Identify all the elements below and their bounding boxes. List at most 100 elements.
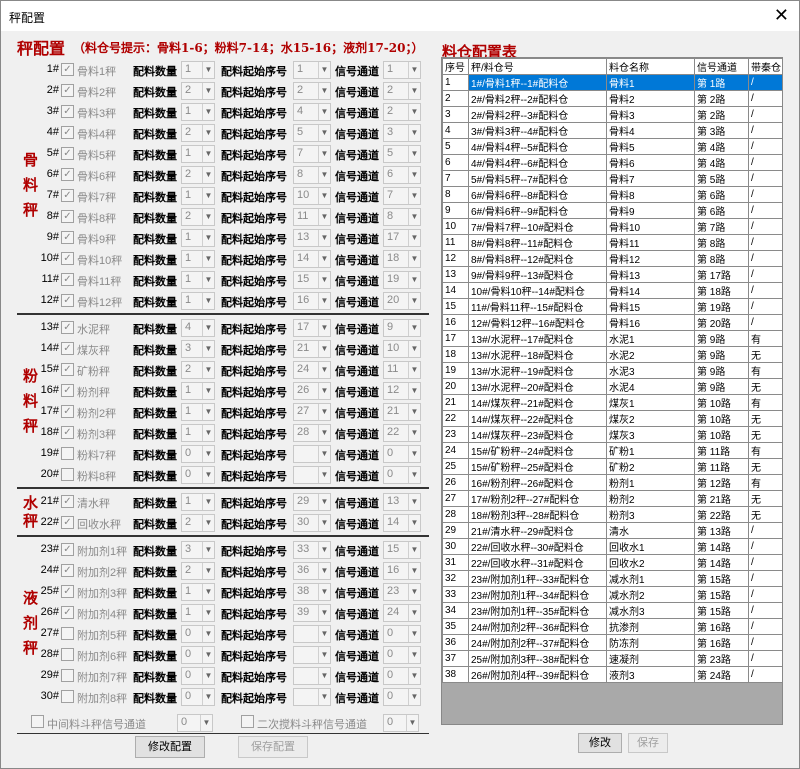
channel-select[interactable]: 18 ▼ bbox=[383, 250, 421, 268]
scale-enable-checkbox[interactable] bbox=[61, 627, 74, 640]
scale-enable-checkbox[interactable]: ✓ bbox=[61, 426, 74, 439]
start-select[interactable]: 11 ▼ bbox=[293, 208, 331, 226]
scale-enable-checkbox[interactable] bbox=[61, 669, 74, 682]
table-row[interactable]: 26 16#/粉剂秤--26#配料仓 粉剂1 第 12路有 bbox=[442, 474, 782, 491]
table-row[interactable]: 15 11#/骨料11秤--15#配料仓 骨料15 第 19路 / bbox=[442, 298, 782, 315]
channel-select[interactable]: 21 ▼ bbox=[383, 403, 421, 421]
table-row[interactable]: 34 23#/附加剂1秤--35#配料仓 减水剂3 第 15路 / bbox=[442, 602, 782, 619]
start-select[interactable]: ▼ bbox=[293, 667, 331, 685]
table-row[interactable]: 5 4#/骨料4秤--5#配料仓 骨料5 第 4路 / bbox=[442, 138, 782, 155]
channel-select[interactable]: 19 ▼ bbox=[383, 271, 421, 289]
channel-select[interactable]: 0 ▼ bbox=[383, 625, 421, 643]
table-row[interactable]: 31 22#/回收水秤--31#配料仓 回收水2 第 14路 / bbox=[442, 554, 782, 571]
scale-enable-checkbox[interactable]: ✓ bbox=[61, 210, 74, 223]
scale-enable-checkbox[interactable] bbox=[61, 690, 74, 703]
channel-select[interactable]: 8 ▼ bbox=[383, 208, 421, 226]
scale-enable-checkbox[interactable]: ✓ bbox=[61, 126, 74, 139]
channel-select[interactable]: 17 ▼ bbox=[383, 229, 421, 247]
start-select[interactable]: 28 ▼ bbox=[293, 424, 331, 442]
save-config-button[interactable]: 保存配置 bbox=[238, 736, 308, 758]
channel-select[interactable]: 6 ▼ bbox=[383, 166, 421, 184]
start-select[interactable]: 14 ▼ bbox=[293, 250, 331, 268]
start-select[interactable]: 24 ▼ bbox=[293, 361, 331, 379]
start-select[interactable]: 7 ▼ bbox=[293, 145, 331, 163]
table-row[interactable]: 23 14#/煤灰秤--23#配料仓 煤灰3 第 10路无 bbox=[442, 426, 782, 443]
table-row[interactable]: 3 2#/骨料2秤--3#配料仓 骨料3 第 2路 / bbox=[442, 106, 782, 123]
bin-config-table[interactable]: 序号 秤/料仓号 料仓名称 信号通道 带秦仓 1 1#/骨料1秤--1#配料仓 骨料1 第 1… bbox=[441, 57, 783, 725]
start-select[interactable]: 21 ▼ bbox=[293, 340, 331, 358]
table-row[interactable]: 27 17#/粉剂2秤--27#配料仓 粉剂2 第 21路无 bbox=[442, 490, 782, 507]
qty-select[interactable]: 1 ▼ bbox=[181, 229, 215, 247]
channel-select[interactable]: 16 ▼ bbox=[383, 562, 421, 580]
table-row[interactable]: 7 5#/骨料5秤--7#配料仓 骨料7 第 5路 / bbox=[442, 170, 782, 187]
table-row[interactable]: 1 1#/骨料1秤--1#配料仓 骨料1 第 1路 / bbox=[442, 74, 782, 91]
channel-select[interactable]: 7 ▼ bbox=[383, 187, 421, 205]
scale-enable-checkbox[interactable]: ✓ bbox=[61, 294, 74, 307]
qty-select[interactable]: 1 ▼ bbox=[181, 103, 215, 121]
channel-select[interactable]: 2 ▼ bbox=[383, 82, 421, 100]
scale-enable-checkbox[interactable]: ✓ bbox=[61, 189, 74, 202]
table-row[interactable]: 19 13#/水泥秤--19#配料仓 水泥3 第 9路有 bbox=[442, 362, 782, 379]
start-select[interactable]: 38 ▼ bbox=[293, 583, 331, 601]
qty-select[interactable]: 0 ▼ bbox=[181, 466, 215, 484]
qty-select[interactable]: 0 ▼ bbox=[181, 445, 215, 463]
table-row[interactable]: 22 14#/煤灰秤--22#配料仓 煤灰2 第 10路无 bbox=[442, 410, 782, 427]
channel-select[interactable]: 23 ▼ bbox=[383, 583, 421, 601]
start-select[interactable]: 16 ▼ bbox=[293, 292, 331, 310]
channel-select[interactable]: 2 ▼ bbox=[383, 103, 421, 121]
scale-enable-checkbox[interactable] bbox=[61, 468, 74, 481]
channel-select[interactable]: 15 ▼ bbox=[383, 541, 421, 559]
start-select[interactable]: 1 ▼ bbox=[293, 61, 331, 79]
column-header[interactable]: 带秦仓 bbox=[748, 58, 782, 75]
scale-enable-checkbox[interactable]: ✓ bbox=[61, 105, 74, 118]
scale-enable-checkbox[interactable]: ✓ bbox=[61, 606, 74, 619]
channel-select[interactable]: 0 ▼ bbox=[383, 688, 421, 706]
scale-enable-checkbox[interactable]: ✓ bbox=[61, 495, 74, 508]
qty-select[interactable]: 1 ▼ bbox=[181, 604, 215, 622]
table-row[interactable]: 33 23#/附加剂1秤--34#配料仓 减水剂2 第 15路 / bbox=[442, 586, 782, 603]
start-select[interactable]: 36 ▼ bbox=[293, 562, 331, 580]
channel-select[interactable]: 13 ▼ bbox=[383, 493, 421, 511]
table-row[interactable]: 10 7#/骨料7秤--10#配料仓 骨料10 第 7路 / bbox=[442, 218, 782, 235]
qty-select[interactable]: 4 ▼ bbox=[181, 319, 215, 337]
start-select[interactable]: ▼ bbox=[293, 445, 331, 463]
channel-select[interactable]: 0 ▼ bbox=[383, 466, 421, 484]
scale-enable-checkbox[interactable]: ✓ bbox=[61, 405, 74, 418]
table-row[interactable]: 14 10#/骨料10秤--14#配料仓 骨料14 第 18路 / bbox=[442, 282, 782, 299]
channel-select[interactable]: 9 ▼ bbox=[383, 319, 421, 337]
column-header[interactable]: 料仓名称 bbox=[606, 58, 695, 75]
table-row[interactable]: 13 9#/骨料9秤--13#配料仓 骨料13 第 17路 / bbox=[442, 266, 782, 283]
start-select[interactable]: 15 ▼ bbox=[293, 271, 331, 289]
channel-select[interactable]: 1 ▼ bbox=[383, 61, 421, 79]
table-row[interactable]: 29 21#/清水秤--29#配料仓 清水第 13路 / bbox=[442, 522, 782, 539]
start-select[interactable]: 17 ▼ bbox=[293, 319, 331, 337]
scale-enable-checkbox[interactable]: ✓ bbox=[61, 168, 74, 181]
start-select[interactable]: 26 ▼ bbox=[293, 382, 331, 400]
column-header[interactable]: 信号通道 bbox=[694, 58, 749, 75]
channel-select[interactable]: 10 ▼ bbox=[383, 340, 421, 358]
scale-enable-checkbox[interactable]: ✓ bbox=[61, 273, 74, 286]
table-row[interactable]: 38 26#/附加剂4秤--39#配料仓 液剂3 第 24路 / bbox=[442, 666, 782, 683]
table-row[interactable]: 8 6#/骨料6秤--8#配料仓 骨料8 第 6路 / bbox=[442, 186, 782, 203]
channel-select[interactable]: 3 ▼ bbox=[383, 124, 421, 142]
table-row[interactable]: 4 3#/骨料3秤--4#配料仓 骨料4 第 3路 / bbox=[442, 122, 782, 139]
table-row[interactable]: 21 14#/煤灰秤--21#配料仓 煤灰1 第 10路有 bbox=[442, 394, 782, 411]
save-button[interactable]: 保存 bbox=[628, 733, 668, 753]
qty-select[interactable]: 2 ▼ bbox=[181, 82, 215, 100]
scale-enable-checkbox[interactable]: ✓ bbox=[61, 585, 74, 598]
mid-hopper-checkbox[interactable] bbox=[31, 715, 44, 728]
scale-enable-checkbox[interactable]: ✓ bbox=[61, 63, 74, 76]
start-select[interactable]: 27 ▼ bbox=[293, 403, 331, 421]
qty-select[interactable]: 2 ▼ bbox=[181, 166, 215, 184]
column-header[interactable]: 序号 bbox=[442, 58, 469, 75]
qty-select[interactable]: 1 ▼ bbox=[181, 382, 215, 400]
edit-button[interactable]: 修改 bbox=[578, 733, 622, 753]
qty-select[interactable]: 1 ▼ bbox=[181, 271, 215, 289]
scale-enable-checkbox[interactable]: ✓ bbox=[61, 516, 74, 529]
table-row[interactable]: 35 24#/附加剂2秤--36#配料仓 抗渗剂第 16路 / bbox=[442, 618, 782, 635]
qty-select[interactable]: 1 ▼ bbox=[181, 292, 215, 310]
table-row[interactable]: 2 2#/骨料2秤--2#配料仓 骨料2 第 2路 / bbox=[442, 90, 782, 107]
scale-enable-checkbox[interactable]: ✓ bbox=[61, 543, 74, 556]
channel-select[interactable]: 22 ▼ bbox=[383, 424, 421, 442]
qty-select[interactable]: 3 ▼ bbox=[181, 541, 215, 559]
